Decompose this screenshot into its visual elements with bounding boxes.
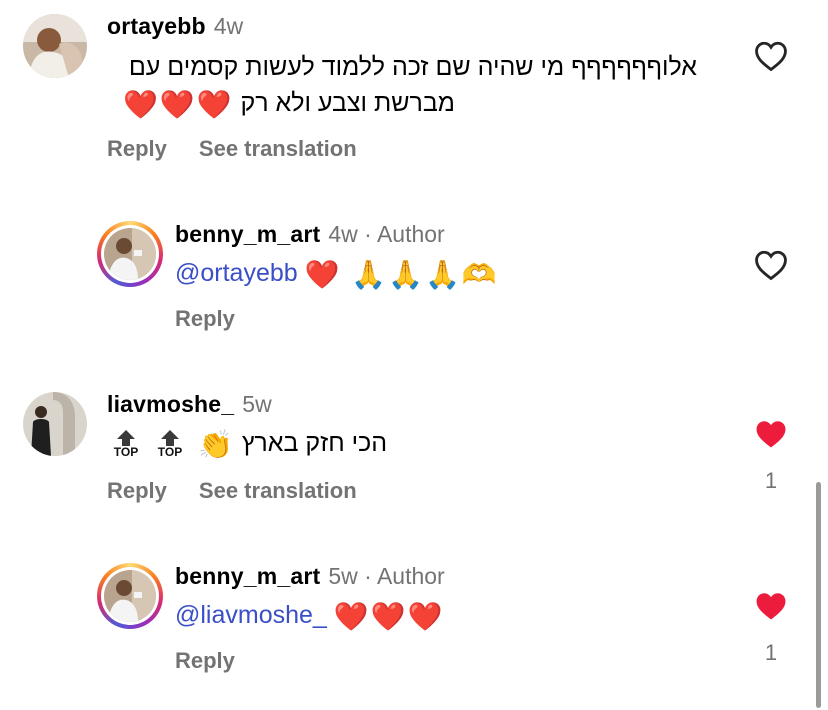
comment-time: 5w <box>328 563 358 589</box>
comment-actions: Reply <box>175 306 267 332</box>
comment-header: benny_m_art 4w · Author <box>175 221 445 248</box>
heart-outline-icon <box>755 250 787 281</box>
like-count: 1 <box>764 640 778 665</box>
avatar[interactable] <box>97 221 163 287</box>
avatar[interactable] <box>97 563 163 629</box>
comment-text-line1: אלוףףףףףף מי שהיה שם זכה ללמוד לעשות קסמ… <box>128 53 697 81</box>
avatar-inner <box>101 225 159 283</box>
comment-time: 4w <box>213 13 244 39</box>
username[interactable]: ortayebb <box>107 13 206 39</box>
avatar[interactable] <box>23 14 87 78</box>
comment-time: 4w <box>328 221 358 247</box>
comment-text: מברשת וצבע ולא רק <box>240 89 455 117</box>
scrollbar[interactable] <box>816 482 821 708</box>
like-button[interactable] <box>754 249 788 281</box>
heart-filled-icon <box>756 593 786 620</box>
top-arrow-icon: TOP <box>154 429 186 459</box>
mention-link[interactable]: @ortayebb <box>175 259 298 287</box>
heart-emoji: ❤️❤️❤️ <box>122 89 234 120</box>
comment-text: TOP TOP 👏 הכי חזק בארץ <box>110 425 387 463</box>
avatar-inner <box>101 567 159 625</box>
reply-button[interactable]: Reply <box>175 306 235 331</box>
see-translation-button[interactable]: See translation <box>199 136 357 161</box>
profile-photo-icon <box>23 14 87 78</box>
avatar-photo <box>104 228 156 280</box>
username[interactable]: liavmoshe_ <box>107 391 234 417</box>
username[interactable]: benny_m_art <box>175 563 320 589</box>
clapping-emoji: 👏 <box>198 429 235 460</box>
profile-photo-icon <box>104 570 156 622</box>
avatar[interactable] <box>23 392 87 456</box>
like-count: 1 <box>764 468 778 493</box>
heart-emoji: ❤️❤️❤️ <box>333 601 445 632</box>
comment-header: benny_m_art 5w · Author <box>175 563 445 590</box>
author-badge: · Author <box>364 221 445 247</box>
comment-actions: Reply See translation <box>107 478 389 504</box>
like-button[interactable] <box>754 418 788 450</box>
like-button[interactable] <box>754 590 788 622</box>
top-arrow-icon: TOP <box>110 429 142 459</box>
username[interactable]: benny_m_art <box>175 221 320 247</box>
comment-text: @liavmoshe_ ❤️❤️❤️ <box>175 597 444 635</box>
author-badge: · Author <box>364 563 445 589</box>
like-button[interactable] <box>754 40 788 72</box>
avatar-photo <box>104 570 156 622</box>
comment-time: 5w <box>242 391 272 417</box>
comment-header: ortayebb 4w <box>107 13 243 40</box>
comment-text: @ortayebb ❤️ 🙏🙏🙏🫶 <box>175 255 499 293</box>
see-translation-button[interactable]: See translation <box>199 478 357 503</box>
heart-filled-icon <box>756 421 786 448</box>
comment-text-line2: מברשת וצבע ולא רק ❤️❤️❤️ <box>123 85 455 123</box>
comment-actions: Reply See translation <box>107 136 389 162</box>
comment-text-rtl: הכי חזק בארץ <box>241 429 388 457</box>
comments-list: ortayebb 4w אלוףףףףףף מי שהיה שם זכה ללמו… <box>0 0 828 710</box>
comment-actions: Reply <box>175 648 267 674</box>
reply-button[interactable]: Reply <box>107 478 167 503</box>
heart-outline-icon <box>755 41 787 72</box>
comment-header: liavmoshe_ 5w <box>107 391 272 418</box>
reply-button[interactable]: Reply <box>107 136 167 161</box>
reply-button[interactable]: Reply <box>175 648 235 673</box>
profile-photo-icon <box>104 228 156 280</box>
mention-link[interactable]: @liavmoshe_ <box>175 601 327 629</box>
emoji-text: ❤️ 🙏🙏🙏🫶 <box>304 259 499 290</box>
profile-photo-icon <box>23 392 87 456</box>
